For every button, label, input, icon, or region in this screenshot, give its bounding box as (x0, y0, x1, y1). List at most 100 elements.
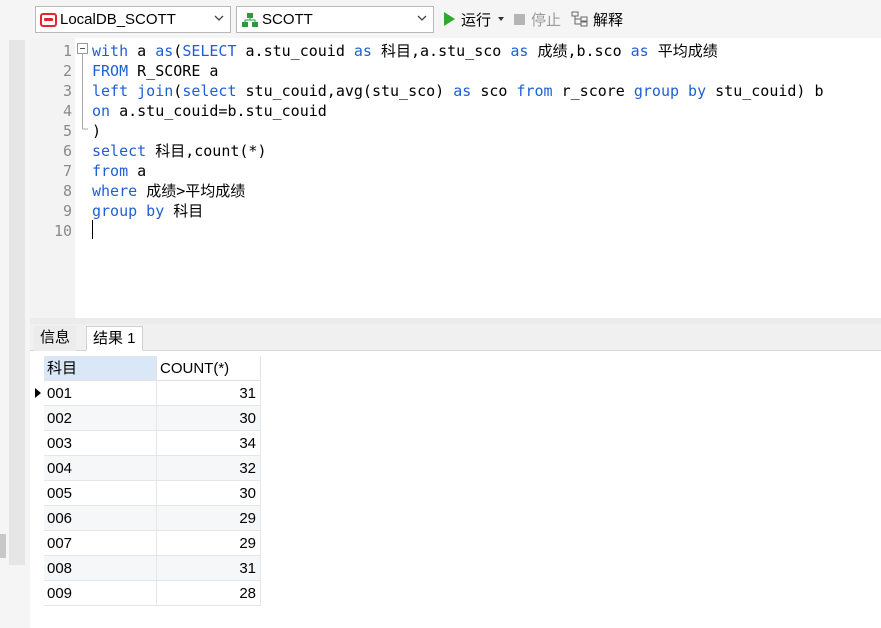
line-number: 2 (62, 62, 72, 80)
cell-count[interactable]: 29 (157, 506, 261, 531)
sql-text: a (137, 42, 156, 60)
line-number: 9 (62, 202, 72, 220)
code-line: where 成绩>平均成绩 (92, 181, 245, 201)
tab-result-1[interactable]: 结果 1 (86, 326, 143, 351)
table-row[interactable]: 004 32 (30, 456, 261, 481)
explain-icon (571, 11, 588, 27)
line-number: 7 (62, 162, 72, 180)
line-number: 3 (62, 82, 72, 100)
fold-marker-icon (77, 43, 88, 130)
sql-text: stu_couid,avg(stu_sco) (245, 82, 454, 100)
stop-button[interactable]: 停止 (514, 8, 561, 30)
cell-subject[interactable]: 008 (44, 556, 157, 581)
vertical-scrollbar[interactable] (9, 40, 25, 565)
line-number: 5 (62, 122, 72, 140)
run-button[interactable]: 运行 (444, 8, 505, 30)
cell-subject[interactable]: 006 (44, 506, 157, 531)
cell-count[interactable]: 28 (157, 581, 261, 606)
schema-icon (242, 12, 258, 27)
sql-keyword: left join (92, 82, 174, 100)
code-line: FROM R_SCORE a (92, 61, 218, 81)
cell-subject[interactable]: 002 (44, 406, 157, 431)
cell-subject[interactable]: 001 (44, 381, 157, 406)
cell-count[interactable]: 29 (157, 531, 261, 556)
code-line: from a (92, 161, 146, 181)
sql-keyword: select (182, 82, 246, 100)
connection-select-value: LocalDB_SCOTT (60, 11, 176, 28)
cell-subject[interactable]: 005 (44, 481, 157, 506)
sql-keyword: as (510, 42, 538, 60)
sql-text: ) (92, 122, 102, 140)
sql-keyword: select (92, 142, 156, 160)
sql-keyword: from (92, 162, 138, 180)
sql-text: 平均成绩 (657, 42, 718, 60)
sql-text: r_score (561, 82, 634, 100)
cell-subject[interactable]: 003 (44, 431, 157, 456)
table-row[interactable]: 008 31 (30, 556, 261, 581)
cell-subject[interactable]: 004 (44, 456, 157, 481)
explain-button[interactable]: 解释 (571, 8, 623, 30)
sql-keyword: FROM (92, 62, 138, 80)
table-row[interactable]: 002 30 (30, 406, 261, 431)
cell-count[interactable]: 31 (157, 381, 261, 406)
sql-keyword: from (516, 82, 562, 100)
play-icon (444, 12, 455, 26)
sql-text: 成绩>平均成绩 (146, 182, 246, 200)
stop-icon (514, 13, 525, 25)
sql-keyword: group by (633, 82, 716, 100)
sql-text: 科目 (173, 202, 204, 220)
line-number: 4 (62, 102, 72, 120)
sql-keyword: as (353, 42, 381, 60)
sql-text: 成绩,b.sco (537, 42, 631, 60)
query-toolbar: LocalDB_SCOTT SCOTT 运行 停止 解释 (30, 0, 881, 38)
line-number: 1 (62, 42, 72, 60)
sql-text: ( (173, 42, 183, 60)
side-marker (0, 534, 6, 558)
cell-count[interactable]: 30 (157, 406, 261, 431)
schema-select-value: SCOTT (262, 11, 313, 28)
sql-text: a.stu_couid (245, 42, 354, 60)
connection-select[interactable]: LocalDB_SCOTT (35, 6, 231, 33)
cell-count[interactable]: 34 (157, 431, 261, 456)
chevron-down-icon (214, 15, 224, 21)
run-dropdown-icon[interactable] (498, 17, 505, 21)
line-number: 8 (62, 182, 72, 200)
table-row[interactable]: 009 28 (30, 581, 261, 606)
run-button-label: 运行 (461, 11, 492, 29)
connection-icon (40, 12, 57, 27)
sql-text: R_SCORE a (137, 62, 219, 80)
cell-count[interactable]: 32 (157, 456, 261, 481)
cell-count[interactable]: 31 (157, 556, 261, 581)
line-number: 6 (62, 142, 72, 160)
current-row-indicator-icon (35, 388, 41, 398)
cell-count[interactable]: 30 (157, 481, 261, 506)
sql-keyword: SELECT (182, 42, 246, 60)
sql-text: a.stu_couid=b.stu_couid (119, 102, 327, 120)
sql-keyword: group by (92, 202, 174, 220)
code-line: left join(select stu_couid,avg(stu_sco) … (92, 81, 824, 101)
table-row[interactable]: 007 29 (30, 531, 261, 556)
code-line: ) (92, 121, 101, 141)
line-number: 10 (53, 222, 72, 240)
cell-subject[interactable]: 009 (44, 581, 157, 606)
column-header-subject[interactable]: 科目 (44, 356, 157, 381)
sql-keyword: as (630, 42, 658, 60)
table-row[interactable]: 006 29 (30, 506, 261, 531)
table-row[interactable]: 003 34 (30, 431, 261, 456)
column-header-count[interactable]: COUNT(*) (157, 356, 261, 381)
explain-button-label: 解释 (593, 11, 624, 29)
table-row[interactable]: 001 31 (30, 381, 261, 406)
table-row[interactable]: 005 30 (30, 481, 261, 506)
sql-text: 科目,count(*) (155, 142, 267, 160)
sql-text: stu_couid) b (715, 82, 824, 100)
sql-keyword: as (155, 42, 174, 60)
tab-info[interactable]: 信息 (34, 326, 77, 351)
sql-text: ( (173, 82, 183, 100)
schema-select[interactable]: SCOTT (236, 6, 434, 33)
result-tabs: 信息 结果 1 (30, 324, 881, 351)
code-line: group by 科目 (92, 201, 203, 221)
sql-keyword: with (92, 42, 138, 60)
sql-keyword: on (92, 102, 120, 120)
sql-text: 科目,a.stu_sco (381, 42, 511, 60)
cell-subject[interactable]: 007 (44, 531, 157, 556)
